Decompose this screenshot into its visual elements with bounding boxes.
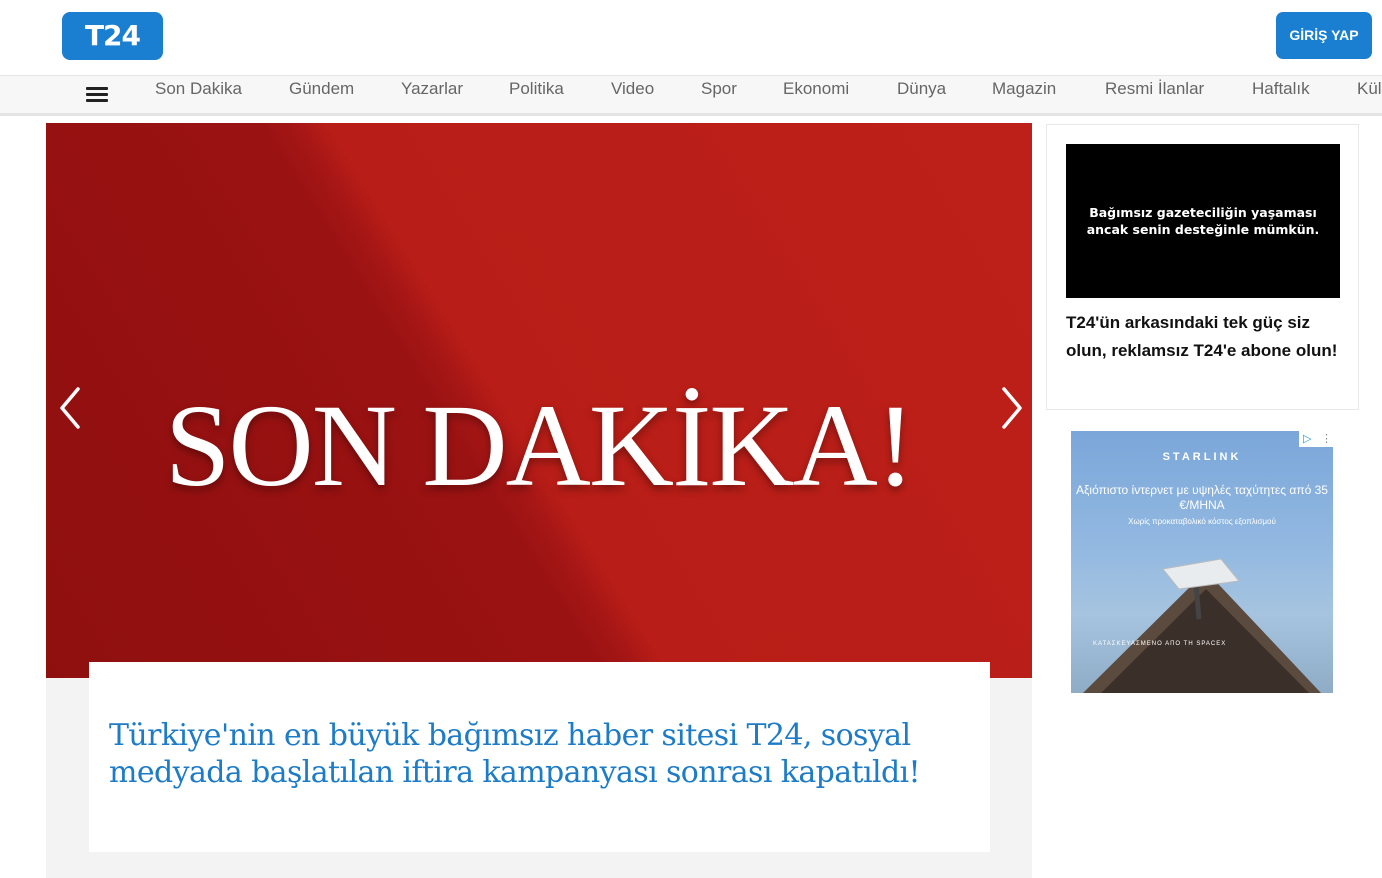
hamburger-menu-icon[interactable] (86, 82, 108, 106)
nav-item-spor[interactable]: Spor (701, 76, 737, 113)
promo-banner[interactable]: Bağımsız gazeteciliğin yaşaması ancak se… (1066, 144, 1340, 298)
login-button[interactable]: GİRİŞ YAP (1276, 12, 1372, 59)
slider-prev-arrow-icon[interactable] (56, 385, 86, 431)
t24-logo[interactable]: T24 (62, 12, 163, 60)
adchoices-badge[interactable]: ▷ ⋮ (1299, 431, 1333, 447)
hero-title: SON DAKİKA! (164, 380, 915, 511)
advertisement[interactable]: STARLINK Αξιόπιστο ίντερνετ με υψηλές τα… (1071, 431, 1333, 693)
headline-link[interactable]: Türkiye'nin en büyük bağımsız haber site… (109, 717, 969, 791)
nav-item-yazarlar[interactable]: Yazarlar (401, 76, 463, 113)
nav-item-magazin[interactable]: Magazin (992, 76, 1056, 113)
ad-house-illustration (1083, 558, 1321, 693)
subscription-promo[interactable]: Bağımsız gazeteciliğin yaşaması ancak se… (1046, 124, 1359, 410)
nav-item-son-dakika[interactable]: Son Dakika (155, 76, 242, 113)
promo-text-link[interactable]: T24'ün arkasındaki tek güç siz olun, rek… (1066, 309, 1346, 365)
headline-card[interactable]: Türkiye'nin en büyük bağımsız haber site… (89, 662, 990, 852)
ad-menu-icon[interactable]: ⋮ (1321, 432, 1332, 446)
nav-item-kultur[interactable]: Kül (1357, 76, 1382, 113)
hero-slider[interactable]: SON DAKİKA! (46, 123, 1032, 678)
site-header: T24 GİRİŞ YAP (0, 0, 1382, 75)
ad-subline: Χωρίς προκαταβολικό κόστος εξοπλισμού (1128, 517, 1276, 526)
nav-item-politika[interactable]: Politika (509, 76, 564, 113)
nav-item-video[interactable]: Video (611, 76, 654, 113)
ad-footer: ΚΑΤΑΣΚΕΥΑΣΜΕΝΟ ΑΠΟ ΤΗ SPACEX (1093, 641, 1227, 647)
adchoices-icon[interactable]: ▷ (1303, 432, 1311, 446)
nav-item-gundem[interactable]: Gündem (289, 76, 354, 113)
slider-next-arrow-icon[interactable] (996, 385, 1026, 431)
nav-item-haftalik[interactable]: Haftalık (1252, 76, 1310, 113)
main-nav: Son Dakika Gündem Yazarlar Politika Vide… (0, 75, 1382, 116)
nav-item-ekonomi[interactable]: Ekonomi (783, 76, 849, 113)
nav-item-resmi-ilanlar[interactable]: Resmi İlanlar (1105, 76, 1204, 113)
page: T24 GİRİŞ YAP Son Dakika Gündem Yazarlar… (0, 0, 1382, 878)
nav-item-dunya[interactable]: Dünya (897, 76, 946, 113)
ad-brand: STARLINK (1162, 451, 1242, 463)
ad-headline: Αξιόπιστο ίντερνετ με υψηλές ταχύτητες α… (1076, 483, 1328, 512)
